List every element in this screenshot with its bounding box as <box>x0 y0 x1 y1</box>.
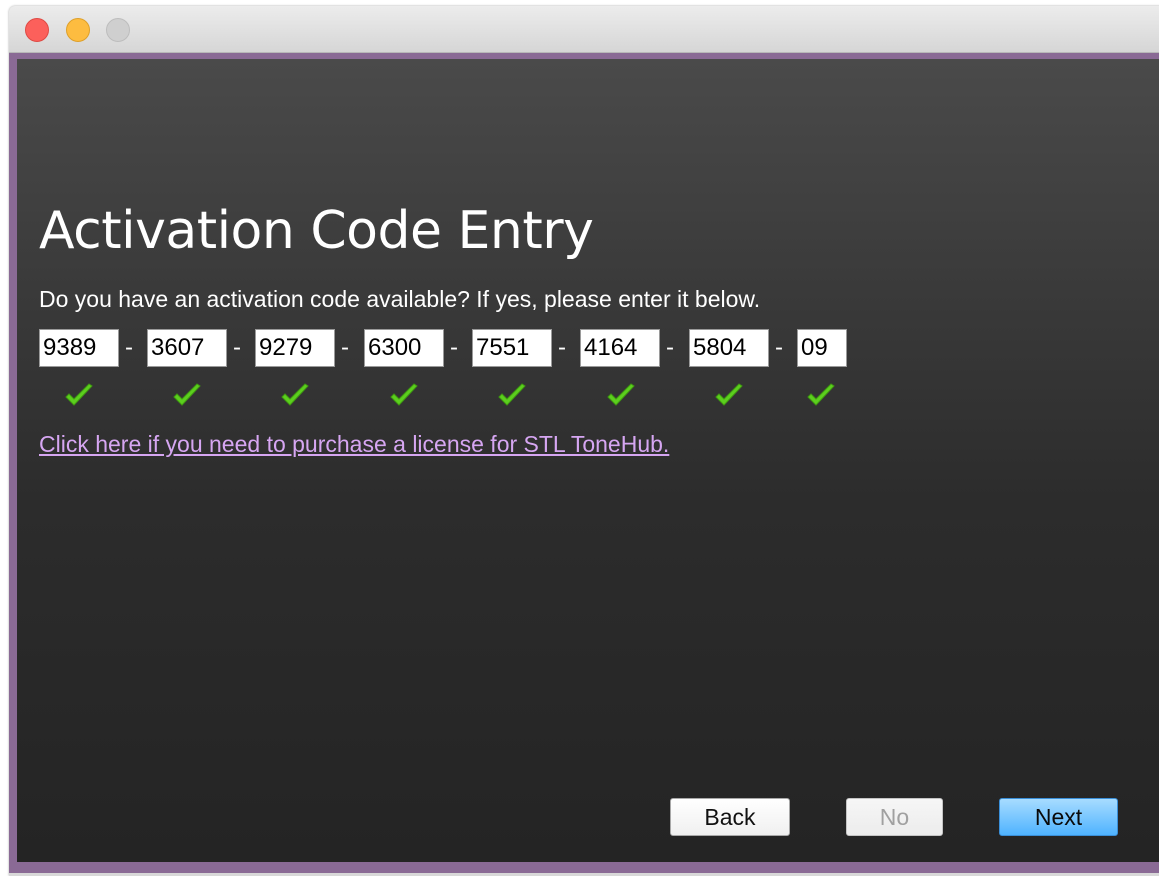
zoom-icon <box>106 18 130 42</box>
page-title: Activation Code Entry <box>39 201 594 261</box>
checkmark-icon <box>498 383 526 406</box>
checkmark-icon <box>807 383 835 406</box>
checkmark-icon <box>173 383 201 406</box>
code-segment-4[interactable] <box>364 329 444 367</box>
code-segment-8[interactable] <box>797 329 847 367</box>
window-frame: Activation Code Entry Do you have an act… <box>9 53 1159 873</box>
code-separator: - <box>558 334 566 361</box>
code-separator: - <box>450 334 458 361</box>
code-separator: - <box>341 334 349 361</box>
activation-code-row: - - - - - - - <box>39 329 939 369</box>
no-button[interactable]: No <box>846 798 943 836</box>
activation-prompt: Do you have an activation code available… <box>39 286 761 312</box>
activation-panel: Activation Code Entry Do you have an act… <box>17 59 1159 862</box>
purchase-license-link[interactable]: Click here if you need to purchase a lic… <box>39 430 669 458</box>
title-bar[interactable] <box>9 6 1159 53</box>
checkmark-icon <box>715 383 743 406</box>
code-segment-3[interactable] <box>255 329 335 367</box>
code-segment-2[interactable] <box>147 329 227 367</box>
code-separator: - <box>666 334 674 361</box>
checkmark-icon <box>65 383 93 406</box>
minimize-icon[interactable] <box>66 18 90 42</box>
code-segment-5[interactable] <box>472 329 552 367</box>
back-button[interactable]: Back <box>670 798 790 836</box>
next-button[interactable]: Next <box>999 798 1118 836</box>
code-separator: - <box>775 334 783 361</box>
code-segment-7[interactable] <box>689 329 769 367</box>
checkmark-icon <box>607 383 635 406</box>
app-window: Activation Code Entry Do you have an act… <box>9 6 1159 876</box>
code-segment-6[interactable] <box>580 329 660 367</box>
close-icon[interactable] <box>25 18 49 42</box>
checkmark-icon <box>281 383 309 406</box>
code-separator: - <box>125 334 133 361</box>
code-separator: - <box>233 334 241 361</box>
checkmark-icon <box>390 383 418 406</box>
code-segment-1[interactable] <box>39 329 119 367</box>
